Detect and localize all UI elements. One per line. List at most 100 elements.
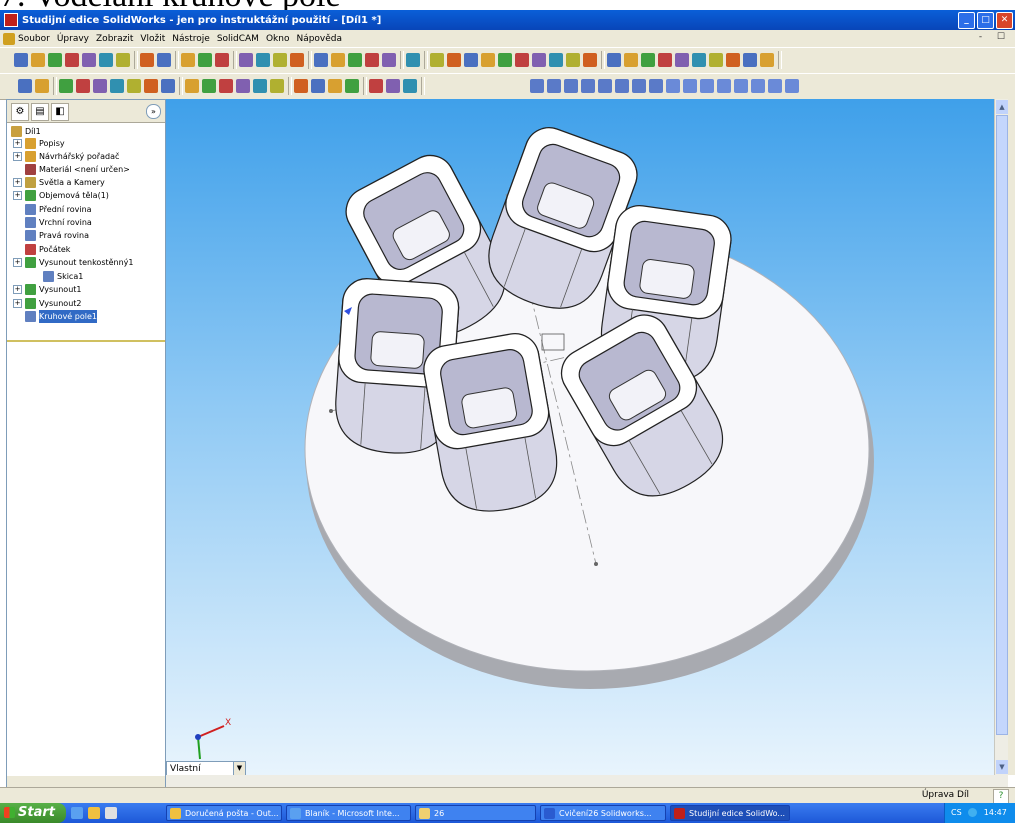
toolbar-icon[interactable] <box>157 53 171 67</box>
view-toolbar-icon[interactable] <box>683 79 697 93</box>
menu-okno[interactable]: Okno <box>266 34 290 44</box>
start-button[interactable]: Start <box>0 803 66 823</box>
expand-icon[interactable]: + <box>13 152 22 161</box>
tree-item[interactable]: + Návrhářský pořadač <box>13 150 119 163</box>
menu-vlozit[interactable]: Vložit <box>140 34 165 44</box>
view-toolbar-icon[interactable] <box>734 79 748 93</box>
mdi-controls[interactable]: - ☐ <box>979 32 1011 42</box>
tree-item[interactable]: Kruhové pole1 <box>13 310 97 323</box>
toolbar-icon[interactable] <box>447 53 461 67</box>
toolbar-icon[interactable] <box>743 53 757 67</box>
expand-icon[interactable]: + <box>13 285 22 294</box>
toolbar-icon[interactable] <box>709 53 723 67</box>
toolbar-icon[interactable] <box>236 79 250 93</box>
toolbar-icon[interactable] <box>239 53 253 67</box>
toolbar-icon[interactable] <box>59 79 73 93</box>
toolbar-icon[interactable] <box>406 53 420 67</box>
view-toolbar-icon[interactable] <box>751 79 765 93</box>
view-toolbar-icon[interactable] <box>547 79 561 93</box>
toolbar-icon[interactable] <box>31 53 45 67</box>
toolbar-icon[interactable] <box>481 53 495 67</box>
toolbar-icon[interactable] <box>369 79 383 93</box>
toolbar-icon[interactable] <box>127 79 141 93</box>
viewport-horizontal-scrollbar[interactable] <box>166 775 1008 787</box>
toolbar-icon[interactable] <box>365 53 379 67</box>
scroll-thumb[interactable] <box>996 115 1008 735</box>
expand-icon[interactable]: + <box>13 258 22 267</box>
toolbar-icon[interactable] <box>48 53 62 67</box>
solidworks-app-icon[interactable] <box>4 13 18 27</box>
toolbar-icon[interactable] <box>161 79 175 93</box>
tab-propertymanager[interactable]: ▤ <box>31 103 49 121</box>
ie-quicklaunch-icon[interactable] <box>71 807 83 819</box>
toolbar-icon[interactable] <box>65 53 79 67</box>
menu-nastroje[interactable]: Nástroje <box>172 34 210 44</box>
toolbar-icon[interactable] <box>348 53 362 67</box>
menu-zobrazit[interactable]: Zobrazit <box>96 34 133 44</box>
expand-icon[interactable]: + <box>13 191 22 200</box>
toolbar-icon[interactable] <box>270 79 284 93</box>
expand-icon[interactable]: + <box>13 178 22 187</box>
toolbar-icon[interactable] <box>345 79 359 93</box>
tree-item[interactable]: + Objemová těla(1) <box>13 189 109 202</box>
tree-item[interactable]: Skica1 <box>31 270 83 283</box>
toolbar-icon[interactable] <box>99 53 113 67</box>
tree-item[interactable]: + Vysunout1 <box>13 283 82 296</box>
toolbar-icon[interactable] <box>328 79 342 93</box>
toolbar-icon[interactable] <box>566 53 580 67</box>
toolbar-icon[interactable] <box>382 53 396 67</box>
toolbar-icon[interactable] <box>331 53 345 67</box>
toolbar-icon[interactable] <box>464 53 478 67</box>
language-indicator[interactable]: CS <box>951 808 962 817</box>
task-pane-strip[interactable] <box>1008 99 1015 775</box>
toolbar-icon[interactable] <box>202 79 216 93</box>
view-toolbar-icon[interactable] <box>649 79 663 93</box>
toolbar-icon[interactable] <box>198 53 212 67</box>
menu-solidcam[interactable]: SolidCAM <box>217 34 259 44</box>
view-toolbar-icon[interactable] <box>530 79 544 93</box>
view-toolbar-icon[interactable] <box>632 79 646 93</box>
toolbar-icon[interactable] <box>18 79 32 93</box>
task-folder[interactable]: 26 <box>415 805 536 821</box>
toolbar-icon[interactable] <box>498 53 512 67</box>
help-icon[interactable]: ? <box>993 789 1009 804</box>
toolbar-icon[interactable] <box>35 79 49 93</box>
toolbar-icon[interactable] <box>641 53 655 67</box>
outlook-quicklaunch-icon[interactable] <box>88 807 100 819</box>
view-toolbar-icon[interactable] <box>700 79 714 93</box>
toolbar-icon[interactable] <box>144 79 158 93</box>
toolbar-icon[interactable] <box>110 79 124 93</box>
tree-item[interactable]: + Světla a Kamery <box>13 176 105 189</box>
toolbar-icon[interactable] <box>290 53 304 67</box>
toolbar-icon[interactable] <box>760 53 774 67</box>
close-button[interactable]: ✕ <box>996 12 1013 29</box>
toolbar-icon[interactable] <box>14 53 28 67</box>
desktop-quicklaunch-icon[interactable] <box>105 807 117 819</box>
task-solidworks[interactable]: Studijní edice SolidWo... <box>670 805 790 821</box>
view-toolbar-icon[interactable] <box>615 79 629 93</box>
view-toolbar-icon[interactable] <box>581 79 595 93</box>
toolbar-icon[interactable] <box>181 53 195 67</box>
menu-soubor[interactable]: Soubor <box>18 34 50 44</box>
toolbar-icon[interactable] <box>583 53 597 67</box>
scroll-down-icon[interactable]: ▼ <box>996 760 1008 774</box>
tree-item[interactable]: Materiál <není určen> <box>13 163 130 176</box>
toolbar-icon[interactable] <box>273 53 287 67</box>
view-toolbar-icon[interactable] <box>768 79 782 93</box>
toolbar-icon[interactable] <box>140 53 154 67</box>
toolbar-icon[interactable] <box>219 79 233 93</box>
tree-item[interactable]: + Popisy <box>13 137 65 150</box>
expand-icon[interactable]: + <box>13 299 22 308</box>
collapse-panel-icon[interactable]: » <box>146 104 161 119</box>
tree-item[interactable]: + Vysunout2 <box>13 297 82 310</box>
toolbar-icon[interactable] <box>624 53 638 67</box>
menu-napoveda[interactable]: Nápověda <box>296 34 342 44</box>
tree-item[interactable]: Přední rovina <box>13 203 92 216</box>
tree-item[interactable]: Pravá rovina <box>13 229 89 242</box>
configuration-tab[interactable]: Vlastní ▼ <box>166 761 246 776</box>
toolbar-icon[interactable] <box>294 79 308 93</box>
view-toolbar-icon[interactable] <box>717 79 731 93</box>
graphics-area[interactable]: X <box>166 99 994 775</box>
tab-featuremanager[interactable]: ⚙ <box>11 103 29 121</box>
toolbar-icon[interactable] <box>658 53 672 67</box>
